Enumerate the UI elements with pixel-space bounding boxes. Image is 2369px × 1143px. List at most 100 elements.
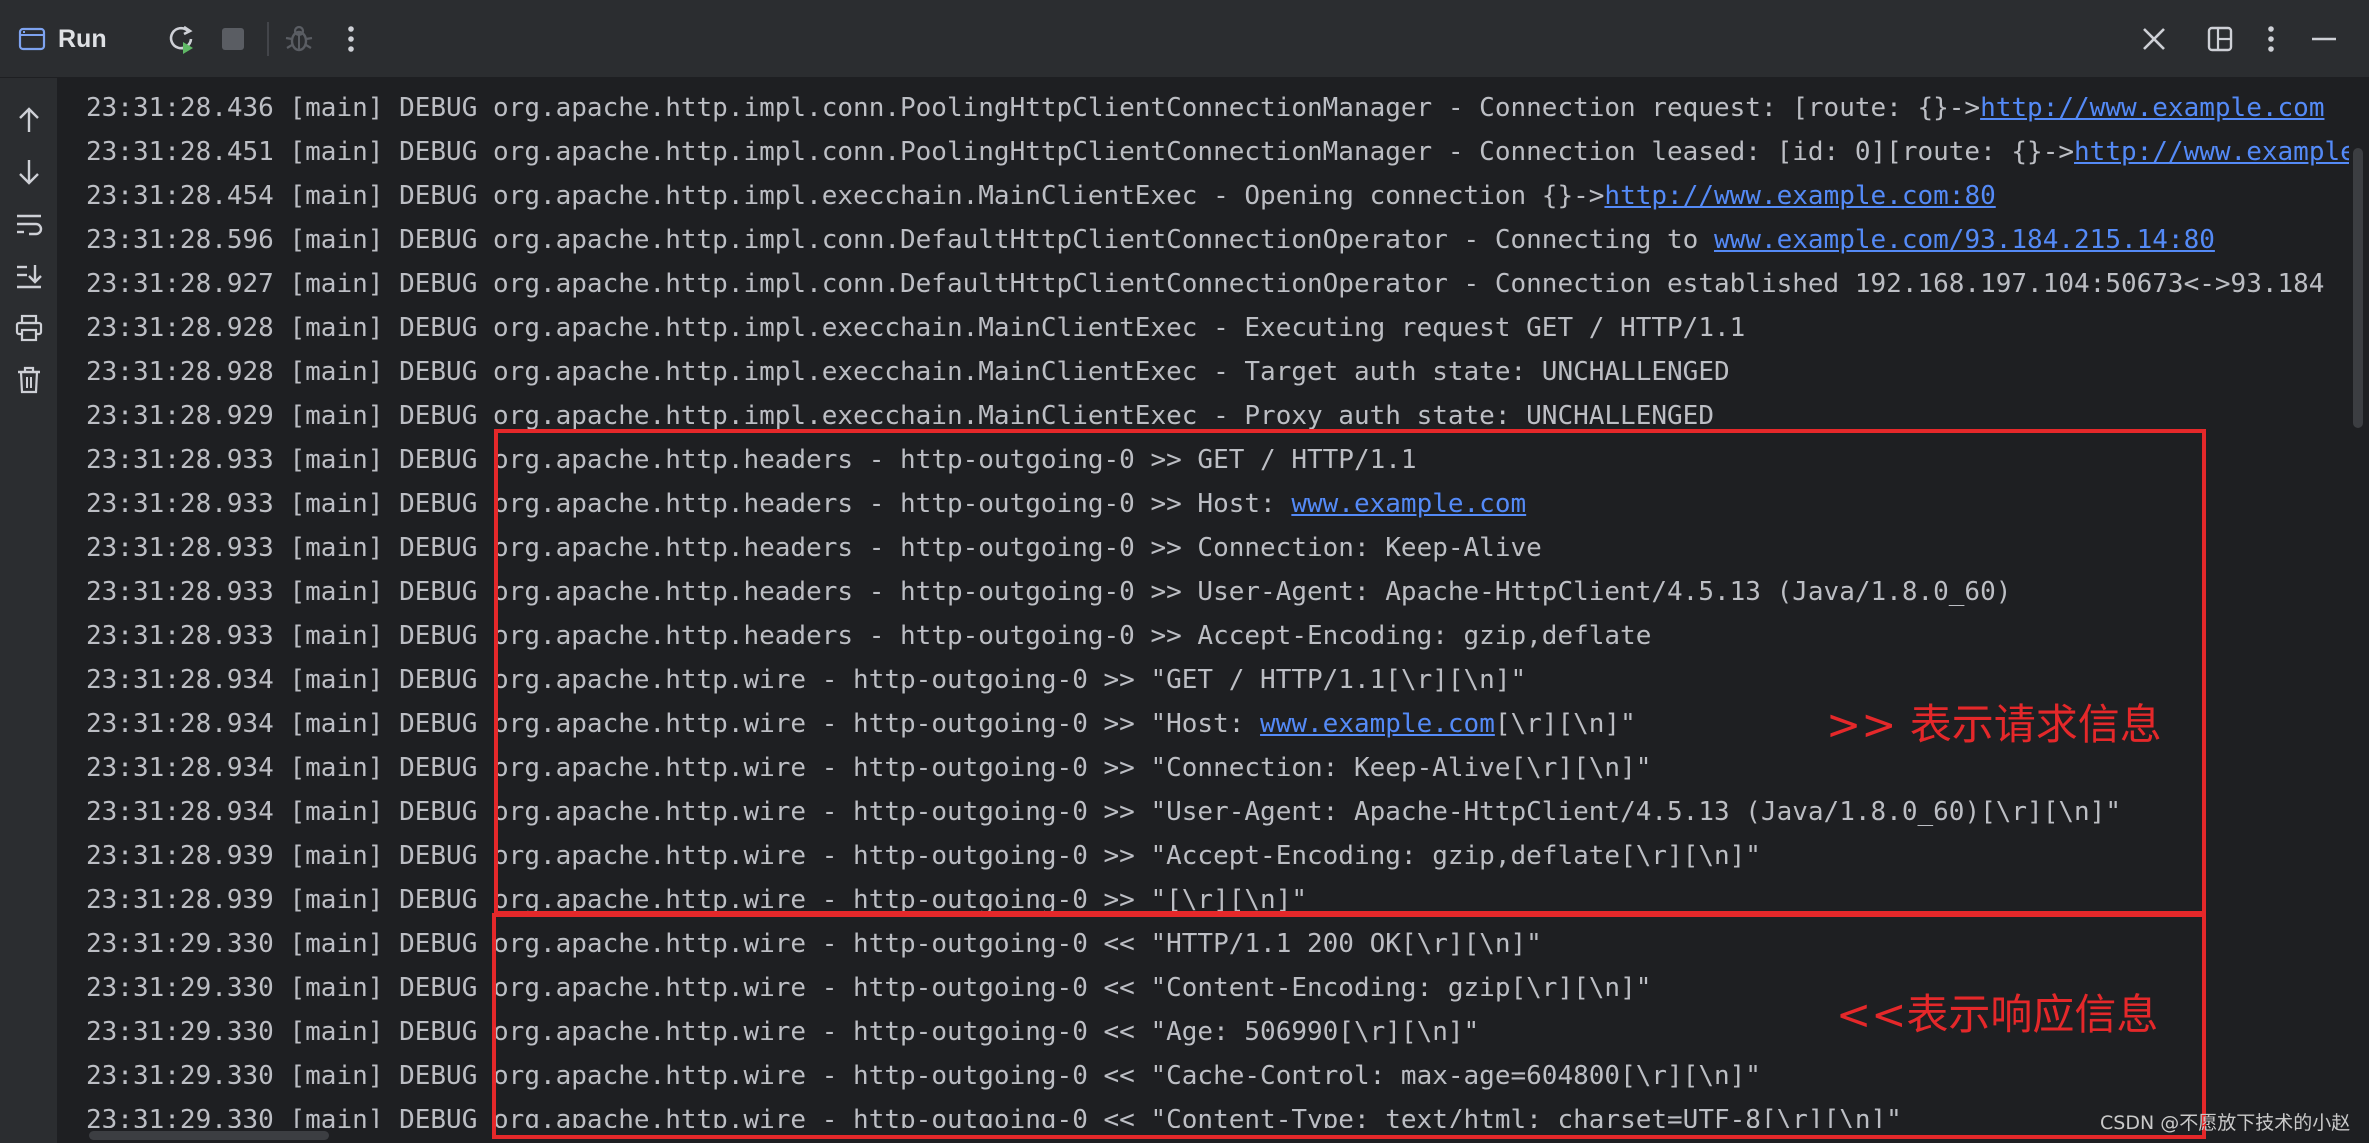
log-logger: org.apache.http.impl.conn.PoolingHttpCli…: [493, 137, 1433, 167]
log-level: DEBUG: [399, 489, 478, 519]
horizontal-scrollbar-thumb[interactable]: [89, 1131, 329, 1140]
log-thread: [main]: [289, 929, 384, 959]
log-line: 23:31:28.928 [main] DEBUG org.apache.htt…: [86, 306, 1745, 350]
request-highlight-box: [494, 429, 2206, 915]
log-level: DEBUG: [399, 445, 478, 475]
more-options-button[interactable]: [330, 18, 372, 60]
log-message: - Target auth state: UNCHALLENGED: [1197, 357, 1730, 387]
close-tab-button[interactable]: [2133, 18, 2175, 60]
log-thread: [main]: [289, 489, 384, 519]
log-timestamp: 23:31:28.929: [86, 401, 274, 431]
log-level: DEBUG: [399, 225, 478, 255]
rerun-icon: [164, 22, 198, 56]
log-timestamp: 23:31:28.927: [86, 269, 274, 299]
log-thread: [main]: [289, 709, 384, 739]
log-level: DEBUG: [399, 1105, 478, 1128]
log-level: DEBUG: [399, 401, 478, 431]
layout-button[interactable]: [2199, 18, 2241, 60]
toolbar-divider: [267, 22, 269, 56]
log-timestamp: 23:31:28.933: [86, 577, 274, 607]
run-tab-label: Run: [58, 24, 107, 53]
stop-button[interactable]: [212, 18, 254, 60]
debug-icon: [283, 23, 315, 55]
debug-button[interactable]: [278, 18, 320, 60]
log-timestamp: 23:31:28.451: [86, 137, 274, 167]
log-thread: [main]: [289, 1061, 384, 1091]
log-level: DEBUG: [399, 181, 478, 211]
log-thread: [main]: [289, 841, 384, 871]
vertical-scrollbar[interactable]: [2349, 78, 2369, 1143]
log-level: DEBUG: [399, 621, 478, 651]
print-icon: [15, 314, 43, 342]
log-link[interactable]: http://www.example.com:80: [1604, 181, 1995, 211]
log-timestamp: 23:31:28.934: [86, 753, 274, 783]
log-line: 23:31:28.927 [main] DEBUG org.apache.htt…: [86, 262, 2324, 306]
log-thread: [main]: [289, 665, 384, 695]
soft-wrap-button[interactable]: [9, 204, 49, 244]
log-line: 23:31:28.596 [main] DEBUG org.apache.htt…: [86, 218, 2215, 262]
run-tab[interactable]: Run: [18, 18, 107, 60]
log-logger: org.apache.http.impl.execchain.MainClien…: [493, 357, 1198, 387]
log-thread: [main]: [289, 313, 384, 343]
log-link[interactable]: www.example.com/93.184.215.14:80: [1714, 225, 2215, 255]
print-button[interactable]: [9, 308, 49, 348]
log-line: 23:31:28.454 [main] DEBUG org.apache.htt…: [86, 174, 1996, 218]
previous-occurrence-button[interactable]: [9, 100, 49, 140]
log-timestamp: 23:31:29.330: [86, 1017, 274, 1047]
log-timestamp: 23:31:28.928: [86, 357, 274, 387]
log-thread: [main]: [289, 797, 384, 827]
options-button[interactable]: [2250, 18, 2292, 60]
log-timestamp: 23:31:28.934: [86, 665, 274, 695]
log-thread: [main]: [289, 269, 384, 299]
log-thread: [main]: [289, 577, 384, 607]
log-timestamp: 23:31:28.596: [86, 225, 274, 255]
log-link[interactable]: http://www.example.com: [1980, 93, 2324, 123]
stop-icon: [220, 26, 246, 52]
log-logger: org.apache.http.impl.conn.DefaultHttpCli…: [493, 225, 1448, 255]
rerun-button[interactable]: [160, 18, 202, 60]
log-thread: [main]: [289, 885, 384, 915]
arrow-down-icon: [17, 158, 41, 186]
log-timestamp: 23:31:29.330: [86, 973, 274, 1003]
minimize-icon: [2310, 25, 2338, 53]
log-timestamp: 23:31:28.454: [86, 181, 274, 211]
log-message: - Connection established 192.168.197.104…: [1447, 269, 2325, 299]
log-thread: [main]: [289, 401, 384, 431]
log-level: DEBUG: [399, 665, 478, 695]
log-thread: [main]: [289, 753, 384, 783]
minimize-button[interactable]: [2303, 18, 2345, 60]
log-thread: [main]: [289, 621, 384, 651]
log-thread: [main]: [289, 1017, 384, 1047]
log-timestamp: 23:31:28.928: [86, 313, 274, 343]
next-occurrence-button[interactable]: [9, 152, 49, 192]
log-level: DEBUG: [399, 753, 478, 783]
log-thread: [main]: [289, 1105, 384, 1128]
console-window-icon: [18, 26, 46, 52]
scroll-to-end-icon: [15, 262, 43, 290]
log-level: DEBUG: [399, 357, 478, 387]
watermark: CSDN @不愿放下技术的小赵: [2100, 1112, 2351, 1134]
log-timestamp: 23:31:28.436: [86, 93, 274, 123]
log-message: - Connecting to: [1447, 225, 1714, 255]
log-message: - Proxy auth state: UNCHALLENGED: [1197, 401, 1714, 431]
response-annotation: <<表示响应信息: [1836, 990, 2159, 1039]
log-level: DEBUG: [399, 973, 478, 1003]
log-thread: [main]: [289, 445, 384, 475]
log-logger: org.apache.http.impl.conn.PoolingHttpCli…: [493, 93, 1433, 123]
log-link[interactable]: http://www.example: [2074, 137, 2349, 167]
log-timestamp: 23:31:28.933: [86, 445, 274, 475]
log-timestamp: 23:31:29.330: [86, 1061, 274, 1091]
log-timestamp: 23:31:28.933: [86, 489, 274, 519]
log-level: DEBUG: [399, 929, 478, 959]
log-message: - Connection request: [route: {}->: [1432, 93, 1981, 123]
clear-all-button[interactable]: [9, 360, 49, 400]
scroll-to-end-button[interactable]: [9, 256, 49, 296]
soft-wrap-icon: [15, 211, 43, 237]
log-timestamp: 23:31:28.934: [86, 797, 274, 827]
log-level: DEBUG: [399, 709, 478, 739]
trash-icon: [16, 366, 42, 394]
log-thread: [main]: [289, 533, 384, 563]
log-thread: [main]: [289, 973, 384, 1003]
log-message: - Opening connection {}->: [1197, 181, 1605, 211]
vertical-scrollbar-thumb[interactable]: [2353, 148, 2363, 428]
